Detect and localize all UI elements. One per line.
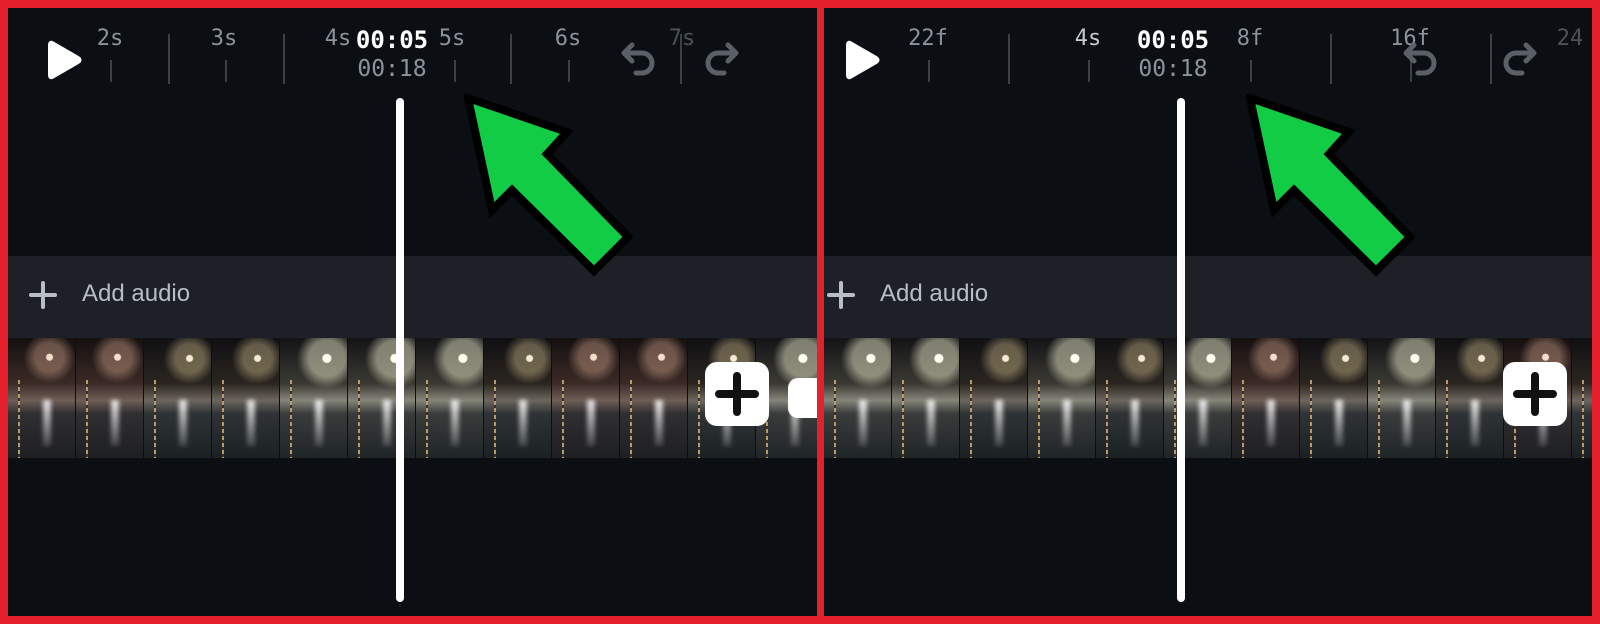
ruler-label: 24	[1556, 26, 1584, 51]
ruler-label: 2s	[96, 26, 124, 51]
video-clip-filmstrip[interactable]	[824, 338, 1592, 458]
callout-arrow-icon	[1246, 94, 1416, 277]
video-frame-thumbnail	[1436, 338, 1503, 458]
total-duration: 00:18	[1138, 56, 1208, 82]
ruler-tick	[225, 60, 227, 82]
video-frame-thumbnail	[620, 338, 687, 458]
play-icon[interactable]	[842, 38, 882, 82]
add-clip-icon	[1513, 372, 1557, 416]
ruler-tick	[510, 34, 512, 84]
undo-icon[interactable]	[1396, 38, 1440, 82]
ruler-tick	[454, 60, 456, 82]
ruler-label: 4s	[324, 26, 352, 51]
video-frame-thumbnail	[552, 338, 619, 458]
current-time: 00:05	[352, 26, 432, 54]
ruler-tick	[1250, 60, 1252, 82]
total-duration: 00:18	[357, 56, 427, 82]
add-clip-button[interactable]	[1503, 362, 1567, 426]
ruler-tick	[1330, 34, 1332, 84]
video-frame-thumbnail	[416, 338, 483, 458]
add-audio-label: Add audio	[880, 280, 989, 307]
video-frame-thumbnail	[960, 338, 1027, 458]
video-frame-thumbnail	[1572, 338, 1592, 458]
playhead[interactable]	[396, 98, 404, 602]
ruler-label: 22f	[908, 26, 948, 51]
video-frame-thumbnail	[212, 338, 279, 458]
play-icon[interactable]	[44, 38, 84, 82]
redo-icon[interactable]	[1500, 38, 1544, 82]
video-frame-thumbnail	[1164, 338, 1231, 458]
ruler-label: 3s	[210, 26, 238, 51]
ruler-tick	[110, 60, 112, 82]
video-frame-thumbnail	[144, 338, 211, 458]
ruler-label: 8f	[1236, 26, 1264, 51]
ruler-tick	[1490, 34, 1492, 84]
ruler-tick	[1008, 34, 1010, 84]
video-clip-filmstrip[interactable]	[8, 338, 817, 458]
video-frame-thumbnail	[76, 338, 143, 458]
callout-arrow-icon	[464, 94, 634, 277]
video-frame-thumbnail	[348, 338, 415, 458]
redo-icon[interactable]	[702, 38, 746, 82]
add-clip-icon	[715, 372, 759, 416]
ruler-label: 6s	[554, 26, 582, 51]
current-time: 00:05	[1133, 26, 1213, 54]
video-frame-thumbnail	[1028, 338, 1095, 458]
ruler-tick	[283, 34, 285, 84]
add-audio-track[interactable]: Add audio	[8, 256, 817, 338]
undo-icon[interactable]	[614, 38, 658, 82]
video-frame-thumbnail	[8, 338, 75, 458]
add-audio-track[interactable]: Add audio	[824, 256, 1592, 338]
transition-button[interactable]	[788, 378, 817, 418]
ruler-tick	[1088, 60, 1090, 82]
timeline-panel-right: 22f 4s 8f 16f 24 00:05 00:18 Add audio	[824, 8, 1592, 616]
plus-icon	[827, 281, 855, 309]
add-clip-button[interactable]	[705, 362, 769, 426]
playhead[interactable]	[1177, 98, 1185, 602]
ruler-tick	[168, 34, 170, 84]
video-frame-thumbnail	[892, 338, 959, 458]
ruler-label: 5s	[438, 26, 466, 51]
ruler-label: 7s	[668, 26, 696, 51]
add-audio-label: Add audio	[82, 280, 191, 307]
ruler-tick	[568, 60, 570, 82]
video-frame-thumbnail	[1096, 338, 1163, 458]
video-frame-thumbnail	[1368, 338, 1435, 458]
ruler-tick	[928, 60, 930, 82]
ruler-label: 4s	[1074, 26, 1102, 51]
video-frame-thumbnail	[484, 338, 551, 458]
plus-icon	[29, 281, 57, 309]
video-frame-thumbnail	[824, 338, 891, 458]
video-frame-thumbnail	[1300, 338, 1367, 458]
video-frame-thumbnail	[1232, 338, 1299, 458]
timeline-panel-left: 2s 3s 4s 5s 6s 7s 00:05 00:18 Add audio	[8, 8, 817, 616]
video-frame-thumbnail	[280, 338, 347, 458]
